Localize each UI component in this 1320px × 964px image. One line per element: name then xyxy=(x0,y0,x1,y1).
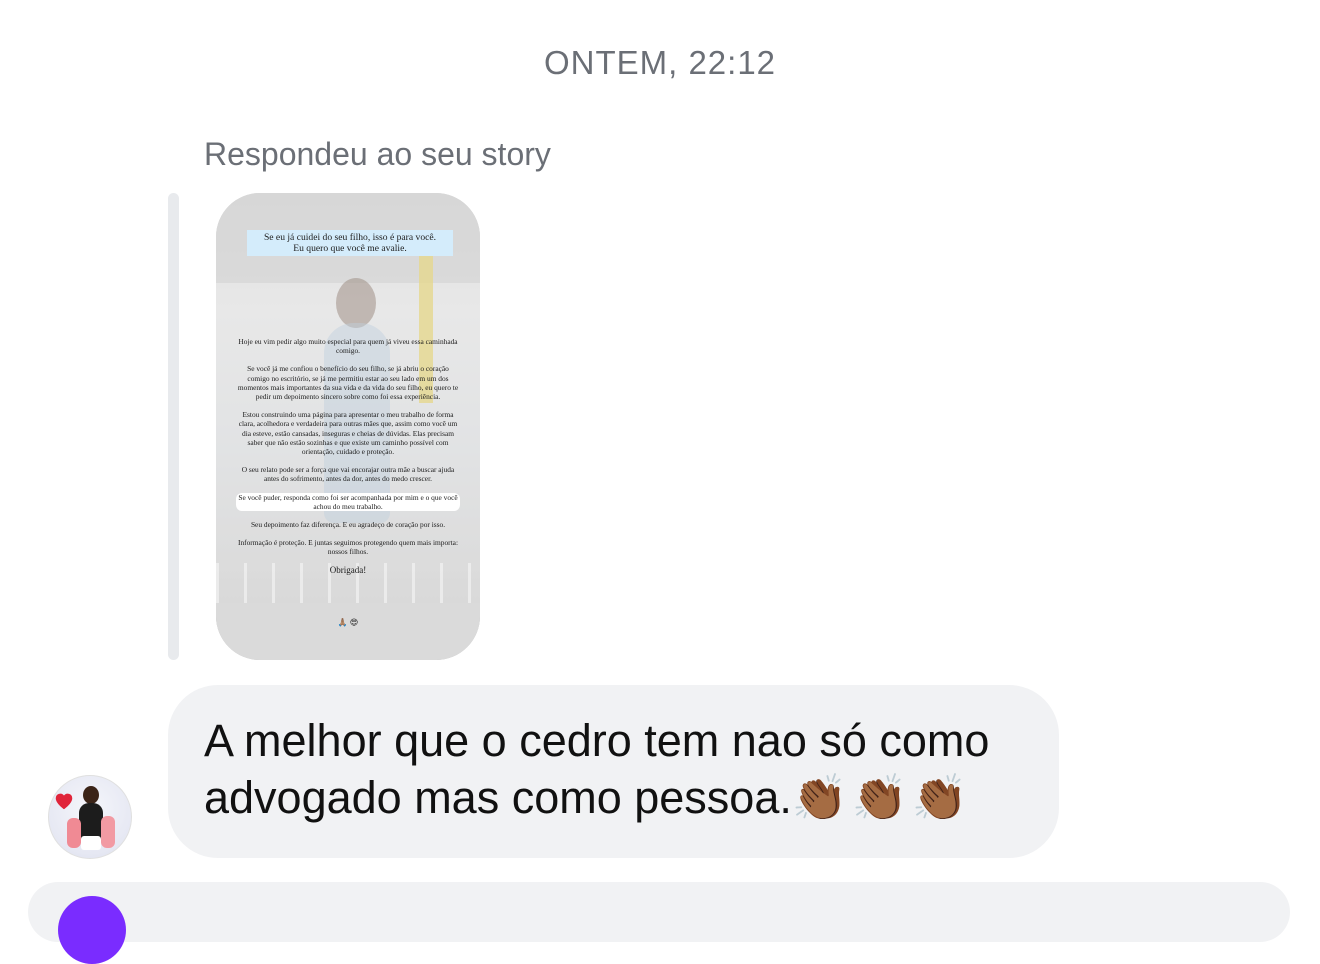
story-paragraph: Informação é proteção. E juntas seguimos… xyxy=(237,538,458,557)
story-headline: Se eu já cuidei do seu filho, isso é par… xyxy=(247,230,453,256)
heart-icon xyxy=(55,793,73,810)
story-body: Hoje eu vim pedir algo muito especial pa… xyxy=(236,337,460,577)
story-paragraph: Estou construindo uma página para aprese… xyxy=(238,410,458,457)
message-composer[interactable] xyxy=(28,882,1290,942)
story-paragraph: Seu depoimento faz diferença. E eu agrad… xyxy=(250,520,446,530)
message-bubble[interactable]: A melhor que o cedro tem nao só como adv… xyxy=(168,685,1059,858)
story-paragraph: O seu relato pode ser a força que vai en… xyxy=(241,465,455,484)
camera-button[interactable] xyxy=(58,896,126,964)
story-headline-line-1: Se eu já cuidei do seu filho, isso é par… xyxy=(263,232,437,243)
avatar-child-right xyxy=(101,816,115,848)
story-emojis: 🙏🏽 😍 xyxy=(337,618,359,627)
reply-quote-bar xyxy=(168,193,179,660)
avatar-child-left xyxy=(67,818,81,848)
story-reply-caption: Respondeu ao seu story xyxy=(204,136,551,172)
story-headline-line-2: Eu quero que você me avalie. xyxy=(293,243,407,254)
story-preview[interactable]: Se eu já cuidei do seu filho, isso é par… xyxy=(216,193,480,660)
story-paragraph: Hoje eu vim pedir algo muito especial pa… xyxy=(238,337,458,356)
story-paragraph-highlighted: Se você puder, responda como foi ser aco… xyxy=(236,492,460,512)
story-signoff: Obrigada! xyxy=(329,564,367,575)
avatar-person-head xyxy=(83,786,99,804)
story-paragraph: Se você já me confiou o benefício do seu… xyxy=(237,364,459,402)
avatar-skirt xyxy=(81,836,101,850)
sender-avatar[interactable] xyxy=(48,775,132,859)
clapping-emoji: 👏🏾👏🏾👏🏾 xyxy=(791,772,972,823)
message-timestamp: ONTEM, 22:12 xyxy=(543,44,777,81)
